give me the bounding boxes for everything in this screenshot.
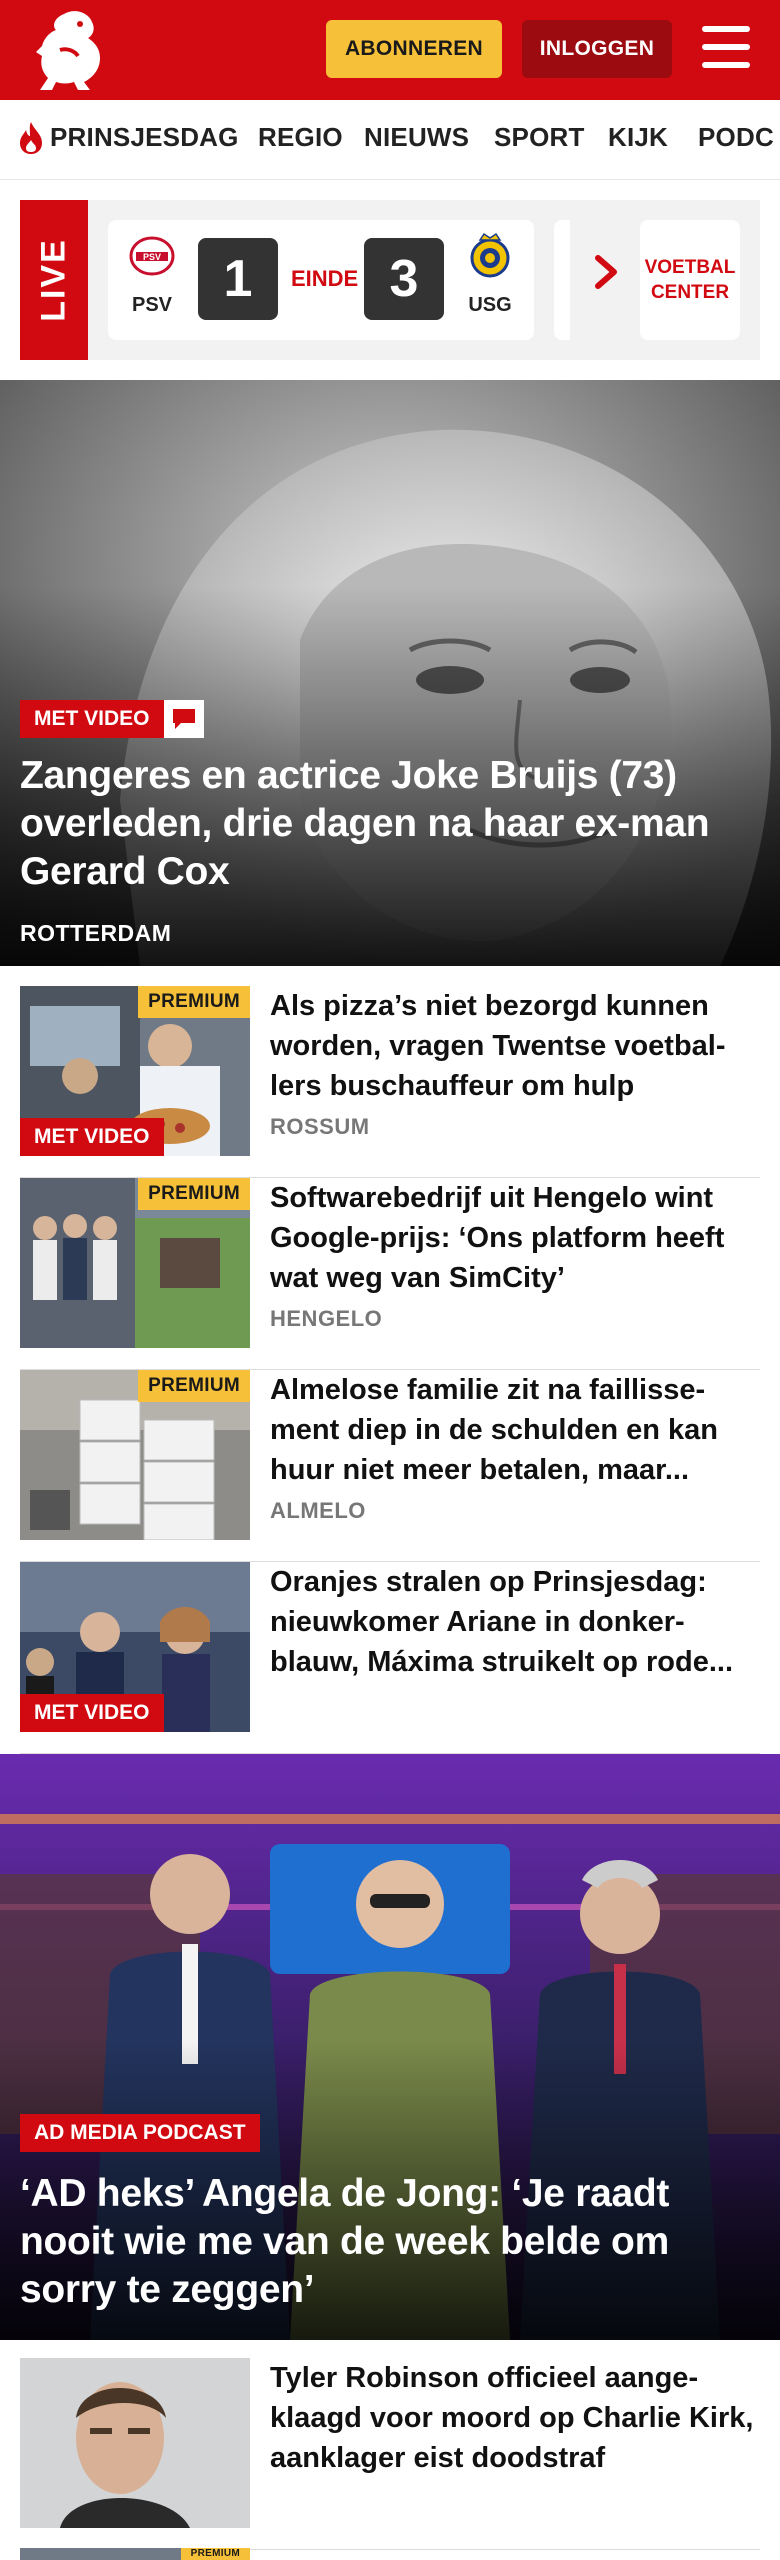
nav-item-podcast[interactable]: PODC: [698, 122, 774, 153]
usg-crest-icon: [470, 232, 510, 278]
hero-headline[interactable]: Zangeres en actrice Joke Bruijs (73) ove…: [20, 752, 760, 896]
article-thumbnail: MET VIDEO: [20, 1562, 250, 1732]
hero-location: ROTTERDAM: [20, 920, 172, 946]
article-headline[interactable]: Tyler Robinson officieel aange­klaagd vo…: [270, 2358, 760, 2478]
chevron-right-icon[interactable]: [592, 252, 622, 292]
home-team-name: PSV: [131, 294, 173, 316]
premium-badge: PREMIUM: [138, 1370, 250, 1402]
article-location: ALMELO: [270, 1498, 366, 1523]
nav-item-kijk[interactable]: KIJK: [608, 122, 668, 153]
hamburger-menu-icon[interactable]: [700, 24, 752, 70]
article-thumbnail: PREMIUM: [20, 1370, 250, 1540]
svg-text:PSV: PSV: [143, 252, 161, 262]
article-thumbnail: PREMIUM: [20, 1178, 250, 1348]
list-item[interactable]: Tyler Robinson officieel aange­klaagd vo…: [20, 2358, 760, 2550]
nav-item-regio[interactable]: REGIO: [258, 122, 343, 153]
article-headline[interactable]: Softwarebedrijf uit Hengelo wint Google-…: [270, 1178, 760, 1298]
list-item[interactable]: PREMIUM Almelose familie zit na failliss…: [20, 1370, 760, 1562]
login-button[interactable]: INLOGGEN: [522, 20, 672, 78]
hero-article[interactable]: MET VIDEO Zangeres en actrice Joke Bruij…: [0, 380, 780, 966]
list-item[interactable]: PREMIUM Softwarebedrijf uit Hengelo wint…: [20, 1178, 760, 1370]
list-item[interactable]: PREMIUM MET VIDEO Als pizza’s niet bezor…: [20, 986, 760, 1178]
article-headline[interactable]: Almelose familie zit na faillisse­ment d…: [270, 1370, 760, 1490]
nav-item-prinsjesdag[interactable]: PRINSJESDAG: [50, 122, 239, 153]
live-scores-strip: LIVE PSV PSV 1 EINDE 3 USG VOETBAL CENTE…: [20, 200, 760, 360]
next-article-thumbnail[interactable]: PREMIUM: [20, 2548, 250, 2560]
article-thumbnail: [20, 2358, 250, 2528]
premium-badge: PREMIUM: [180, 2548, 250, 2560]
list-item[interactable]: MET VIDEO Oranjes stralen op Prinsjesdag…: [20, 1562, 760, 1754]
article-headline[interactable]: Oranjes stralen op Prinsjesdag: nieuwkom…: [270, 1562, 760, 1682]
away-score: 3: [364, 238, 444, 320]
away-team-name: USG: [468, 294, 512, 316]
video-badge: MET VIDEO: [20, 1694, 164, 1732]
twente-horse-logo-icon[interactable]: [34, 8, 110, 92]
premium-badge: PREMIUM: [138, 986, 250, 1018]
video-badge: MET VIDEO: [20, 1118, 164, 1156]
live-tag: LIVE: [20, 200, 88, 360]
podcast-badge: AD MEDIA PODCAST: [20, 2114, 260, 2152]
feature-article[interactable]: AD MEDIA PODCAST ‘AD heks’ Angela de Jon…: [0, 1754, 780, 2340]
nav-item-sport[interactable]: SPORT: [494, 122, 585, 153]
home-score: 1: [198, 238, 278, 320]
article-headline[interactable]: Als pizza’s niet bezorgd kunnen worden, …: [270, 986, 760, 1106]
comment-icon: [164, 700, 204, 738]
article-thumbnail: PREMIUM MET VIDEO: [20, 986, 250, 1156]
section-nav: PRINSJESDAG REGIO NIEUWS SPORT KIJK PODC: [0, 100, 780, 180]
premium-badge: PREMIUM: [138, 1178, 250, 1210]
nav-item-nieuws[interactable]: NIEUWS: [364, 122, 469, 153]
match-card[interactable]: PSV PSV 1 EINDE 3 USG: [108, 220, 534, 340]
hero-video-badge: MET VIDEO: [20, 700, 164, 738]
voetbal-center-link[interactable]: VOETBAL CENTER: [640, 220, 740, 340]
flame-icon: [20, 122, 42, 154]
live-label: LIVE: [34, 238, 73, 322]
subscribe-button[interactable]: ABONNEREN: [326, 20, 502, 78]
next-match-card[interactable]: [554, 220, 570, 340]
article-location: HENGELO: [270, 1306, 383, 1331]
top-header: ABONNEREN INLOGGEN: [0, 0, 780, 100]
article-location: ROSSUM: [270, 1114, 370, 1139]
psv-crest-icon: PSV: [129, 236, 175, 276]
match-status: EINDE: [291, 266, 359, 291]
feature-headline[interactable]: ‘AD heks’ Angela de Jong: ‘Je raadt nooi…: [20, 2170, 760, 2314]
